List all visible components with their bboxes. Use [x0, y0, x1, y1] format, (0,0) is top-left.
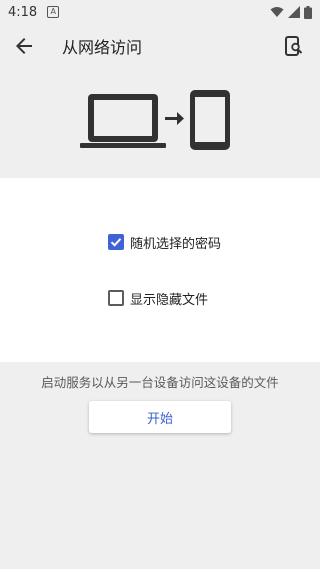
back-button[interactable]	[0, 24, 48, 68]
service-hint-text: 启动服务以从另一台设备访问这设备的文件	[41, 375, 279, 390]
app-bar: 从网络访问	[0, 24, 320, 68]
show-hidden-files-option[interactable]: 显示隐藏文件	[108, 286, 208, 310]
phone-search-button[interactable]	[272, 24, 316, 68]
show-hidden-files-checkbox[interactable]	[108, 290, 124, 306]
wifi-icon	[270, 7, 284, 17]
options-panel: 随机选择的密码 显示隐藏文件	[0, 178, 320, 362]
battery-icon	[304, 5, 312, 19]
laptop-icon	[80, 94, 166, 148]
arrow-right-icon	[165, 112, 184, 125]
status-bar: 4:18 A	[0, 0, 320, 24]
app-notification-icon: A	[47, 6, 60, 18]
device-transfer-illustration	[80, 90, 230, 150]
hero-illustration	[0, 68, 320, 178]
phone-search-icon	[285, 36, 303, 56]
status-icons	[270, 5, 312, 19]
checkmark-icon	[110, 238, 122, 247]
start-button[interactable]: 开始	[89, 401, 231, 433]
arrow-left-icon	[16, 38, 32, 54]
random-password-option[interactable]: 随机选择的密码	[108, 230, 221, 254]
page-title: 从网络访问	[62, 38, 143, 57]
random-password-checkbox[interactable]	[108, 234, 124, 250]
smartphone-icon	[190, 90, 230, 150]
signal-icon	[288, 6, 300, 18]
footer-panel: 启动服务以从另一台设备访问这设备的文件 开始	[0, 362, 320, 569]
random-password-label: 随机选择的密码	[130, 236, 222, 252]
show-hidden-files-label: 显示隐藏文件	[130, 292, 209, 308]
status-time: 4:18	[8, 4, 38, 20]
